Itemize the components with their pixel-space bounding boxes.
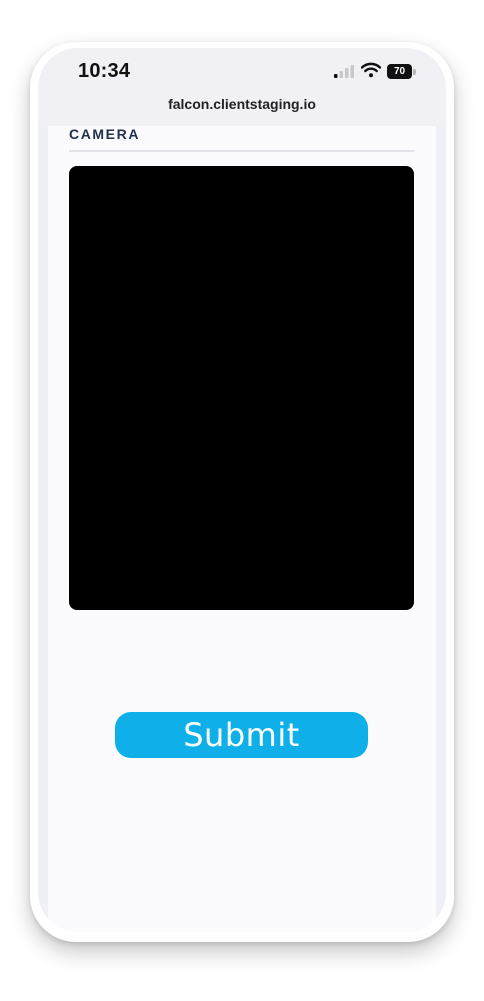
cellular-signal-icon [334, 65, 354, 78]
submit-button[interactable]: Submit [115, 712, 368, 758]
camera-preview[interactable] [69, 166, 414, 610]
status-time: 10:34 [78, 60, 131, 82]
page-content: CAMERA Submit [48, 126, 436, 932]
wifi-icon [361, 62, 381, 78]
camera-section-title: CAMERA [69, 126, 141, 142]
address-bar[interactable]: falcon.clientstaging.io [38, 96, 446, 126]
status-bar: 10:34 70 [38, 48, 446, 96]
battery-level: 70 [387, 64, 412, 79]
section-divider [69, 150, 414, 152]
url-text: falcon.clientstaging.io [168, 96, 316, 112]
battery-cap [413, 69, 416, 75]
stage: 10:34 70 falcon.clientstaging.io CAMERA [0, 0, 484, 1001]
phone-screen: 10:34 70 falcon.clientstaging.io CAMERA [38, 48, 446, 932]
battery-icon: 70 [387, 64, 417, 79]
